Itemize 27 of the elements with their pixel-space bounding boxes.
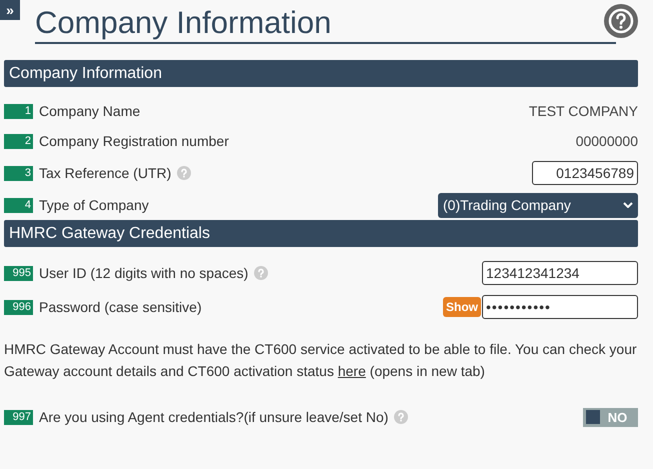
- field-number-badge: 4: [4, 198, 33, 212]
- field-label: Password (case sensitive): [39, 299, 202, 315]
- field-label: User ID (12 digits with no spaces): [39, 265, 248, 281]
- field-number-badge: 3: [4, 166, 33, 180]
- input-field[interactable]: 123412341234: [482, 261, 638, 285]
- section-header: HMRC Gateway Credentials: [4, 220, 638, 247]
- field-number-badge: 2: [4, 134, 33, 148]
- field-label: Tax Reference (UTR): [39, 165, 172, 181]
- help-icon[interactable]: [604, 4, 638, 38]
- field-label: Company Registration number: [39, 133, 229, 149]
- field-number-badge: 997: [4, 410, 33, 424]
- input-field[interactable]: 0123456789: [532, 161, 638, 185]
- field-label: Are you using Agent credentials?(if unsure leave/set No): [39, 409, 388, 425]
- company-type-dropdown[interactable]: (0)Trading Company: [438, 192, 638, 218]
- section-header: Company Information: [4, 60, 638, 87]
- field-number-badge: 1: [4, 104, 33, 118]
- field-label: Type of Company: [39, 197, 149, 213]
- field-value: 00000000: [576, 133, 638, 149]
- field-value: TEST COMPANY: [528, 103, 638, 119]
- info-paragraph: HMRC Gateway Account must have the CT600 service activated to be able to file. You can check your Gateway account details and CT600 activation status here (opens in new tab): [4, 340, 638, 381]
- here-link[interactable]: here: [338, 363, 366, 379]
- sidebar-toggle-button[interactable]: »: [0, 0, 20, 20]
- password-field[interactable]: •••••••••••: [482, 295, 638, 319]
- field-number-badge: 996: [4, 300, 33, 314]
- caret-icon: [623, 202, 633, 208]
- field-number-badge: 995: [4, 266, 33, 280]
- field-label: Company Name: [39, 103, 140, 119]
